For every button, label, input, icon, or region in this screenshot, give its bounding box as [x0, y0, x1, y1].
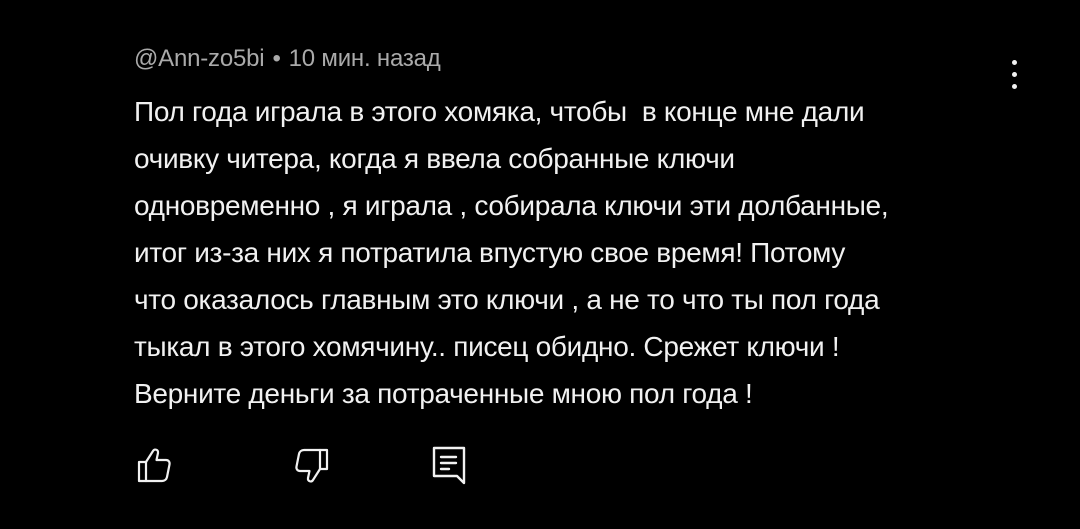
comment-text-line: Верните деньги за потраченные мною пол г…	[134, 378, 753, 409]
dislike-button[interactable]	[288, 442, 334, 488]
comment-text-line: одновременно , я играла , собирала ключи…	[134, 190, 889, 221]
comment-timestamp[interactable]: 10 мин. назад	[289, 45, 441, 72]
thumbs-down-icon	[295, 448, 329, 483]
comment-text-line: что оказалось главным это ключи , а не т…	[134, 284, 880, 315]
comment-text: Пол года играла в этого хомяка, чтобы в …	[134, 88, 1014, 417]
reply-button[interactable]	[426, 442, 472, 488]
thumbs-up-icon	[137, 448, 171, 483]
comment-author[interactable]: @Ann-zo5bi	[134, 45, 265, 72]
more-vertical-icon	[1011, 59, 1017, 65]
meta-separator: •	[272, 45, 281, 72]
comment-meta: @Ann-zo5bi • 10 мин. назад	[134, 42, 1014, 76]
like-button[interactable]	[132, 442, 178, 488]
comment-text-line: итог из-за них я потратила впустую свое …	[134, 237, 846, 268]
more-vertical-icon	[1011, 71, 1017, 77]
comment-text-line: очивку читера, когда я ввела собранные к…	[134, 143, 735, 174]
comment-text-line: тыкал в этого хомячину.. писец обидно. С…	[134, 331, 840, 362]
reply-comment-icon	[432, 446, 466, 485]
more-vertical-icon	[1011, 83, 1017, 89]
comment-text-line: Пол года играла в этого хомяка, чтобы в …	[134, 96, 865, 127]
comment: @Ann-zo5bi • 10 мин. назад Пол года играла…	[134, 42, 1014, 417]
more-options-button[interactable]	[996, 52, 1032, 96]
